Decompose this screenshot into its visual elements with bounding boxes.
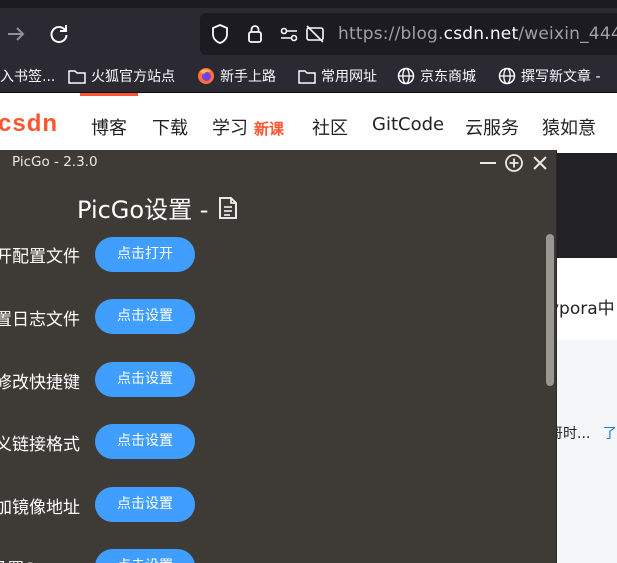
folder-icon [68,70,86,84]
minimize-icon [480,162,496,164]
shield-icon[interactable] [209,23,231,45]
setting-label-shortcut: 修改快捷键 [0,373,80,393]
bookmark-jd[interactable]: 京东商城 [397,66,476,86]
nav-download[interactable]: 下载 [152,114,188,140]
setting-label-link-format: 义链接格式 [0,435,80,455]
settings-scrollbar[interactable] [546,234,554,386]
open-config-button[interactable]: 点击打开 [95,237,195,272]
article-excerpt-fragment: 哥时... 了 [549,423,617,443]
browser-top-strip [0,0,617,8]
url-path: /weixin_4440 [518,24,617,44]
close-icon [533,156,547,170]
shortcut-button[interactable]: 点击设置 [95,362,195,397]
bookmark-common-sites[interactable]: 常用网址 [298,66,377,86]
document-icon[interactable] [218,196,238,220]
notifications-blocked-icon[interactable] [304,23,326,45]
bookmark-label: 新手上路 [220,69,276,85]
app-title: PicGo - 2.3.0 [12,154,98,170]
nav-blog[interactable]: 博客 [91,114,127,140]
mirror-button[interactable]: 点击设置 [95,487,195,522]
article-title-fragment[interactable]: ypora中 [549,294,615,319]
setting-label-open-config: 开配置文件 [0,247,80,267]
bookmark-label: 常用网址 [321,69,377,85]
setting-label-mirror: 加镜像地址 [0,498,80,518]
log-file-button[interactable]: 点击设置 [95,299,195,334]
bookmark-import[interactable]: 入书签... [0,66,55,86]
bookmark-label: 京东商城 [420,69,476,85]
mini-window-button[interactable] [504,153,524,173]
bookmark-firefox-site[interactable]: 火狐官方站点 [68,66,175,86]
url-prefix: https://blog. [338,24,444,44]
setting-label-log-file: 置日志文件 [0,310,80,330]
new-course-badge: 新课 [254,120,285,138]
arrow-right-icon [8,27,25,41]
nav-community[interactable]: 社区 [312,114,348,140]
close-button[interactable] [530,153,550,173]
nav-gitcode[interactable]: GitCode [372,114,444,135]
picgo-titlebar[interactable]: PicGo - 2.3.0 [0,150,556,176]
picgo-window: PicGo - 2.3.0 PicGo设置 - 开配置文件 点击打开 置日志文件… [0,150,557,563]
plus-circle-icon [505,154,523,172]
nav-learn-label: 学习 [212,118,248,139]
folder-icon [298,70,316,84]
permissions-icon[interactable] [278,23,300,45]
firefox-icon [198,68,214,84]
minimize-button[interactable] [478,153,498,173]
globe-icon [397,67,415,85]
csdn-logo[interactable]: csdn [0,110,58,138]
article-body-background [555,340,617,563]
excerpt-link[interactable]: 了 [603,426,617,442]
bookmark-label: 入书签... [0,69,56,85]
link-format-button[interactable]: 点击设置 [95,424,195,459]
bookmark-label: 撰写新文章 - [521,69,601,85]
url-domain: csdn.net [443,24,519,44]
reload-icon [50,25,68,44]
url-text[interactable]: https://blog.csdn.net/weixin_4440 [338,23,617,45]
server-button[interactable]: 点击设置 [95,549,195,563]
bookmark-label: 火狐官方站点 [91,69,175,85]
bookmarks-toolbar: 入书签... 火狐官方站点 新手上路 常用网址 京东商城 撰写新文章 - [0,60,617,93]
bookmark-write-article[interactable]: 撰写新文章 - [498,66,601,86]
nav-cloud[interactable]: 云服务 [465,114,519,140]
browser-toolbar: https://blog.csdn.net/weixin_4440 [0,8,617,60]
settings-heading-text: PicGo设置 - [77,196,209,224]
nav-yuanruyi[interactable]: 猿如意 [542,114,596,140]
globe-icon [498,67,516,85]
setting-label-server: 设置Server [0,555,80,563]
lock-icon[interactable] [244,23,266,45]
settings-heading: PicGo设置 - [77,190,238,225]
csdn-active-underline [80,93,138,96]
article-banner [555,153,617,258]
nav-learn[interactable]: 学习 新课 [212,114,284,140]
reload-button[interactable] [47,22,71,46]
forward-button[interactable] [4,22,28,46]
url-bar[interactable]: https://blog.csdn.net/weixin_4440 [200,13,617,55]
bookmark-getting-started[interactable]: 新手上路 [197,66,276,86]
